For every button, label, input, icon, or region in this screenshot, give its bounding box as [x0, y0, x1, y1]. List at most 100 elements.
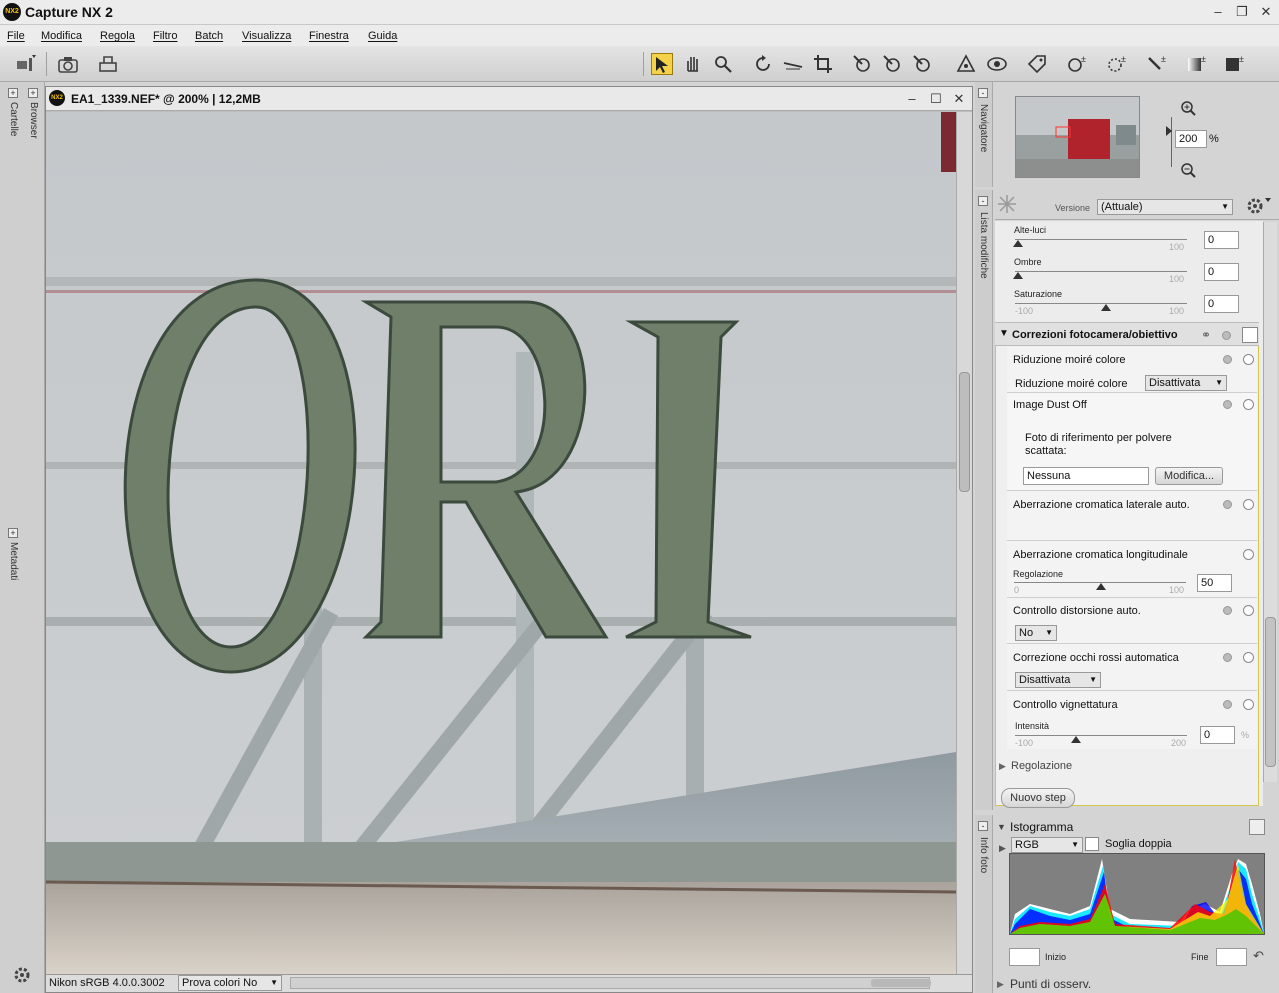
dust-modify-button[interactable]: Modifica... — [1155, 467, 1223, 485]
fill-add-icon[interactable]: ± — [1224, 53, 1246, 75]
zoom-slider-thumb[interactable] — [1166, 126, 1172, 136]
expand-browser-icon[interactable]: + — [28, 88, 38, 98]
straighten-icon[interactable] — [782, 53, 804, 75]
marquee-add-icon[interactable]: ± — [1106, 53, 1128, 75]
dust-dot-icon[interactable] — [1223, 400, 1232, 409]
menu-modifica[interactable]: Modifica — [41, 30, 82, 42]
brush-add-icon[interactable]: ± — [1146, 53, 1168, 75]
new-step-button[interactable]: Nuovo step — [1001, 788, 1075, 808]
edit-settings-gear-icon[interactable] — [1245, 195, 1271, 217]
edit-list-scroll-thumb[interactable] — [1265, 617, 1276, 767]
canvas-horizontal-scrollbar[interactable] — [290, 977, 931, 989]
points-expand-icon[interactable]: ▶ — [997, 979, 1004, 990]
edit-list-collapse-icon[interactable]: - — [978, 196, 988, 206]
double-threshold-checkbox[interactable] — [1085, 837, 1099, 851]
camera-lens-section-header[interactable]: ▼ Correzioni fotocamera/obiettivo ⚭ — [995, 322, 1259, 346]
navigator-thumbnail[interactable] — [1015, 96, 1140, 178]
histogram-collapse-icon[interactable]: ▼ — [997, 822, 1006, 832]
image-canvas[interactable] — [46, 112, 956, 974]
tab-browser[interactable]: Browser — [28, 102, 39, 139]
longitudinal-ca-input[interactable]: 50 — [1197, 574, 1232, 592]
doc-minimize-icon[interactable]: – — [904, 91, 920, 107]
eye-icon[interactable] — [986, 53, 1008, 75]
camera-icon[interactable] — [57, 53, 79, 75]
observation-points[interactable]: Punti di osserv. — [1010, 977, 1091, 991]
vignette-dot-icon[interactable] — [1223, 700, 1232, 709]
expand-metadata-icon[interactable]: + — [8, 528, 18, 538]
moire-dot-icon[interactable] — [1223, 355, 1232, 364]
start-input[interactable] — [1009, 948, 1040, 966]
dust-toggle[interactable] — [1243, 399, 1254, 410]
tag-icon[interactable] — [1026, 53, 1048, 75]
distortion-toggle[interactable] — [1243, 605, 1254, 616]
navigator-tab[interactable]: - Navigatore — [975, 82, 993, 187]
menu-finestra[interactable]: Finestra — [309, 30, 349, 42]
red-eye-toggle[interactable] — [1243, 652, 1254, 663]
distortion-dot-icon[interactable] — [1223, 606, 1232, 615]
regolazione-expand-icon[interactable]: ▶ — [999, 761, 1006, 772]
longitudinal-ca-toggle[interactable] — [1243, 549, 1254, 560]
doc-restore-icon[interactable]: ☐ — [928, 91, 944, 107]
tab-metadata[interactable]: Metadati — [8, 542, 19, 580]
info-tab[interactable]: - Info foto — [975, 815, 993, 993]
shadows-input[interactable]: 0 — [1204, 263, 1239, 281]
menu-batch[interactable]: Batch — [195, 30, 223, 42]
shadows-slider[interactable] — [1013, 272, 1023, 279]
info-collapse-icon[interactable]: - — [978, 821, 988, 831]
vignette-input[interactable]: 0 — [1200, 726, 1235, 744]
link-icon[interactable]: ⚭ — [1201, 328, 1211, 342]
direct-select-tool-icon[interactable] — [651, 53, 673, 75]
red-eye-dot-icon[interactable] — [1223, 653, 1232, 662]
saturation-input[interactable]: 0 — [1204, 295, 1239, 313]
edit-list-tab[interactable]: - Lista modifiche — [975, 190, 993, 810]
menu-filtro[interactable]: Filtro — [153, 30, 177, 42]
hscroll-thumb[interactable] — [871, 979, 931, 987]
red-eye-select[interactable]: Disattivata — [1015, 672, 1101, 688]
end-input[interactable] — [1216, 948, 1247, 966]
menu-file[interactable]: File — [7, 30, 25, 42]
scroll-thumb[interactable] — [959, 372, 970, 492]
canvas-vertical-scrollbar[interactable] — [956, 112, 972, 974]
zoom-slider[interactable] — [1171, 117, 1172, 167]
white-point-icon[interactable] — [911, 53, 933, 75]
doc-close-icon[interactable]: ✕ — [951, 91, 967, 107]
lateral-ca-toggle[interactable] — [1243, 499, 1254, 510]
edit-list-scrollbar[interactable] — [1263, 222, 1277, 782]
navigator-collapse-icon[interactable]: - — [978, 88, 988, 98]
menu-visualizza[interactable]: Visualizza — [242, 30, 291, 42]
proof-select[interactable]: Prova colori No — [178, 975, 282, 991]
channel-select[interactable]: RGB — [1011, 837, 1083, 853]
tab-folders[interactable]: Cartelle — [8, 102, 19, 136]
workspace-icon[interactable] — [14, 53, 36, 75]
gear-icon[interactable] — [10, 964, 34, 986]
red-eye-icon[interactable] — [955, 53, 977, 75]
zoom-out-icon[interactable] — [1180, 162, 1196, 178]
moire-toggle[interactable] — [1243, 354, 1254, 365]
gradient-add-icon[interactable]: ± — [1186, 53, 1208, 75]
close-icon[interactable]: ✕ — [1258, 4, 1274, 20]
menu-guida[interactable]: Guida — [368, 30, 397, 42]
dust-reference-field[interactable]: Nessuna — [1023, 467, 1149, 485]
reset-icon[interactable]: ↶ — [1253, 948, 1264, 964]
vignette-slider[interactable] — [1071, 736, 1081, 743]
longitudinal-ca-slider[interactable] — [1096, 583, 1106, 590]
zoom-in-icon[interactable] — [1180, 100, 1196, 116]
histogram-settings-icon[interactable] — [1249, 819, 1265, 835]
section-checkbox[interactable] — [1242, 327, 1258, 343]
highlights-input[interactable]: 0 — [1204, 231, 1239, 249]
moire-select[interactable]: Disattivata — [1145, 375, 1227, 391]
lasso-add-icon[interactable]: ± — [1066, 53, 1088, 75]
neutral-point-icon[interactable] — [881, 53, 903, 75]
highlights-slider[interactable] — [1013, 240, 1023, 247]
hand-tool-icon[interactable] — [682, 53, 704, 75]
distortion-select[interactable]: No — [1015, 625, 1057, 641]
print-icon[interactable] — [97, 53, 119, 75]
rotate-icon[interactable] — [752, 53, 774, 75]
collapse-triangle-icon[interactable]: ▼ — [999, 328, 1009, 339]
version-select[interactable]: (Attuale) — [1097, 199, 1233, 215]
expand-triangle-icon[interactable]: ▶ — [999, 843, 1006, 854]
section-dot-icon[interactable] — [1222, 331, 1231, 340]
minimize-icon[interactable]: – — [1210, 4, 1226, 20]
expand-folders-icon[interactable]: + — [8, 88, 18, 98]
lateral-ca-dot-icon[interactable] — [1223, 500, 1232, 509]
